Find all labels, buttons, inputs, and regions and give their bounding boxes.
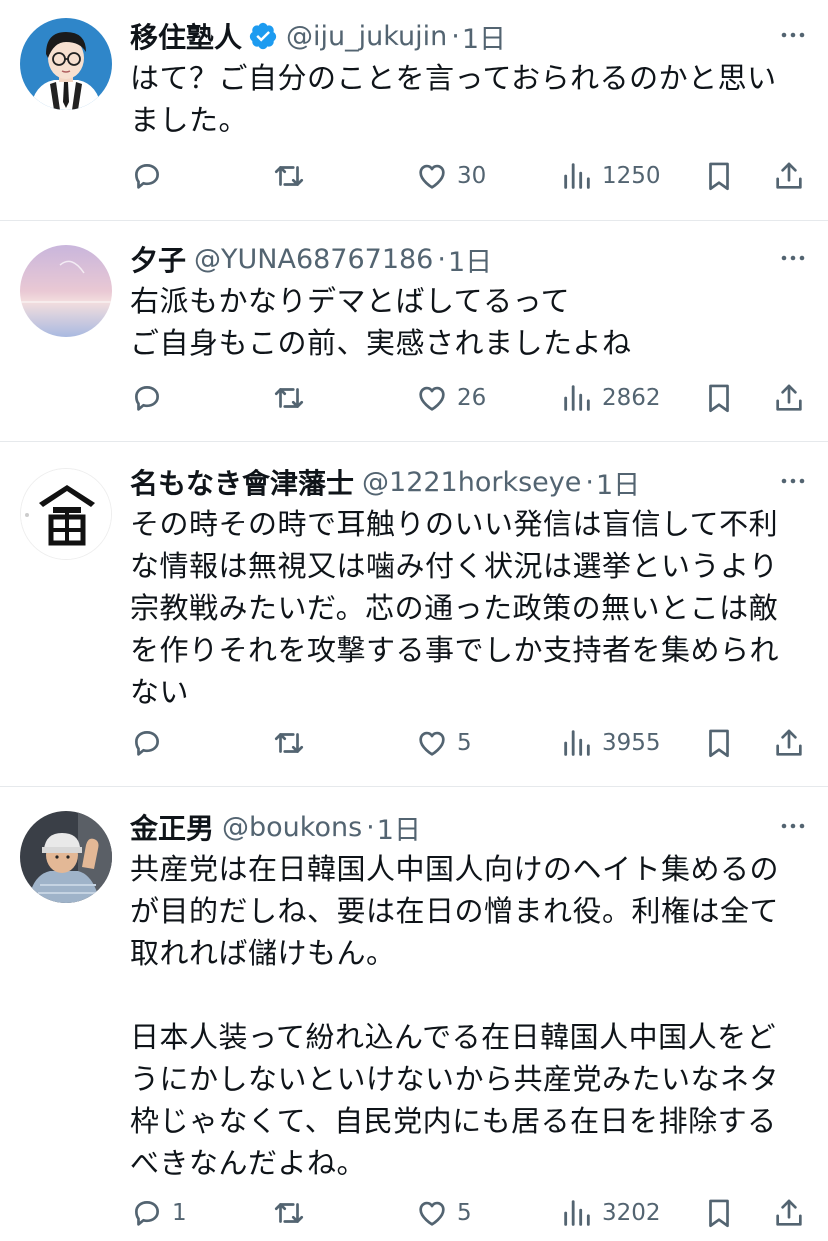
- tweet[interactable]: 移住塾人 @iju_jukujin · 1日 はて？ご自分のことを言っておられる…: [0, 0, 828, 221]
- share-button[interactable]: [772, 378, 806, 418]
- reply-count: 1: [172, 1200, 187, 1226]
- user-handle[interactable]: @YUNA68767186: [194, 244, 433, 275]
- share-icon: [776, 162, 802, 189]
- tweet[interactable]: 夕子 @YUNA68767186 · 1日 右派もかなりデマとばしてるって ご自…: [0, 221, 828, 442]
- separator: ·: [437, 243, 446, 275]
- like-icon: [419, 386, 445, 411]
- like-icon: [419, 1201, 445, 1226]
- display-name[interactable]: 夕子: [130, 239, 186, 279]
- views-button[interactable]: 1250: [560, 156, 661, 196]
- retweet-icon: [274, 1203, 304, 1223]
- tweet[interactable]: 名もなき會津藩士 @1221horkseye · 1日 その時その時で耳触りのい…: [0, 442, 828, 787]
- more-icon[interactable]: [778, 466, 808, 496]
- timestamp[interactable]: 1日: [596, 463, 640, 502]
- avatar[interactable]: [20, 18, 112, 110]
- bookmark-button[interactable]: [702, 156, 736, 196]
- retweet-icon: [274, 388, 304, 408]
- views-count: 2862: [602, 385, 661, 411]
- timestamp[interactable]: 1日: [462, 17, 506, 56]
- like-button[interactable]: 26: [415, 378, 486, 418]
- more-icon[interactable]: [778, 811, 808, 841]
- bookmark-icon: [709, 1199, 729, 1228]
- views-count: 3202: [602, 1200, 661, 1226]
- reply-icon: [135, 386, 159, 411]
- user-handle[interactable]: @1221horkseye: [362, 467, 581, 498]
- views-icon: [564, 163, 590, 189]
- retweet-icon: [274, 733, 304, 753]
- tweet[interactable]: 金正男 @boukons · 1日 共産党は在日韓国人中国人向けのヘイト集めるの…: [0, 787, 828, 1241]
- views-count: 3955: [602, 730, 661, 756]
- share-button[interactable]: [772, 723, 806, 763]
- more-icon[interactable]: [778, 20, 808, 50]
- action-bar: 30 1250: [130, 156, 808, 196]
- views-count: 1250: [602, 163, 661, 189]
- action-bar: 1 5 3202: [130, 1193, 808, 1233]
- like-button[interactable]: 5: [415, 723, 472, 763]
- reply-icon: [135, 731, 159, 756]
- like-button[interactable]: 30: [415, 156, 486, 196]
- verified-badge-icon: [248, 21, 278, 51]
- display-name[interactable]: 金正男: [130, 807, 214, 847]
- timestamp[interactable]: 1日: [448, 240, 492, 279]
- user-handle[interactable]: @iju_jukujin: [286, 21, 447, 52]
- bookmark-button[interactable]: [702, 723, 736, 763]
- bookmark-icon: [709, 384, 729, 413]
- views-icon: [564, 385, 590, 411]
- like-icon: [419, 164, 445, 189]
- views-button[interactable]: 3202: [560, 1193, 661, 1233]
- views-button[interactable]: 2862: [560, 378, 661, 418]
- like-count: 26: [457, 385, 487, 411]
- retweet-button[interactable]: [272, 156, 314, 196]
- separator: ·: [366, 811, 375, 843]
- like-count: 30: [457, 163, 487, 189]
- reply-button[interactable]: 1: [130, 1193, 187, 1233]
- tweet-text: 共産党は在日韓国人中国人向けのヘイト集めるの が目的だしね、要は在日の憎まれ役。…: [130, 852, 780, 1180]
- avatar[interactable]: [20, 245, 112, 337]
- bookmark-icon: [709, 162, 729, 191]
- views-button[interactable]: 3955: [560, 723, 661, 763]
- share-button[interactable]: [772, 1193, 806, 1233]
- like-icon: [419, 731, 445, 756]
- tweet-text: 右派もかなりデマとばしてるって ご自身もこの前、実感されましたよね: [130, 284, 632, 360]
- like-count: 5: [457, 1200, 472, 1226]
- reply-button[interactable]: [130, 378, 172, 418]
- reply-button[interactable]: [130, 723, 172, 763]
- user-handle[interactable]: @boukons: [222, 812, 362, 843]
- display-name[interactable]: 名もなき會津藩士: [130, 462, 354, 502]
- retweet-button[interactable]: [272, 723, 306, 763]
- tweet-text: その時その時で耳触りのいい発信は盲信して不利 な情報は無視又は噛み付く状況は選挙…: [130, 507, 780, 709]
- retweet-icon: [274, 166, 304, 186]
- bookmark-button[interactable]: [702, 1193, 736, 1233]
- share-button[interactable]: [772, 156, 806, 196]
- retweet-button[interactable]: [272, 1193, 306, 1233]
- retweet-button[interactable]: [272, 378, 306, 418]
- reply-icon: [135, 164, 159, 189]
- display-name[interactable]: 移住塾人: [130, 16, 242, 56]
- avatar[interactable]: [20, 811, 112, 903]
- like-count: 5: [457, 730, 472, 756]
- bookmark-icon: [709, 729, 729, 758]
- reply-button[interactable]: [130, 156, 172, 196]
- share-icon: [776, 384, 802, 411]
- bookmark-button[interactable]: [702, 378, 736, 418]
- action-bar: 5 3955: [130, 723, 808, 763]
- like-button[interactable]: 5: [415, 1193, 472, 1233]
- share-icon: [776, 1199, 802, 1226]
- reply-icon: [135, 1201, 159, 1226]
- tweet-text: はて？ご自分のことを言っておられるのかと思い ました。: [130, 61, 777, 137]
- views-icon: [564, 1200, 590, 1226]
- more-icon[interactable]: [778, 243, 808, 273]
- separator: ·: [451, 20, 460, 52]
- separator: ·: [585, 466, 594, 498]
- action-bar: 26 2862: [130, 378, 808, 418]
- avatar[interactable]: [20, 468, 112, 560]
- share-icon: [776, 729, 802, 756]
- timestamp[interactable]: 1日: [377, 808, 421, 847]
- views-icon: [564, 730, 590, 756]
